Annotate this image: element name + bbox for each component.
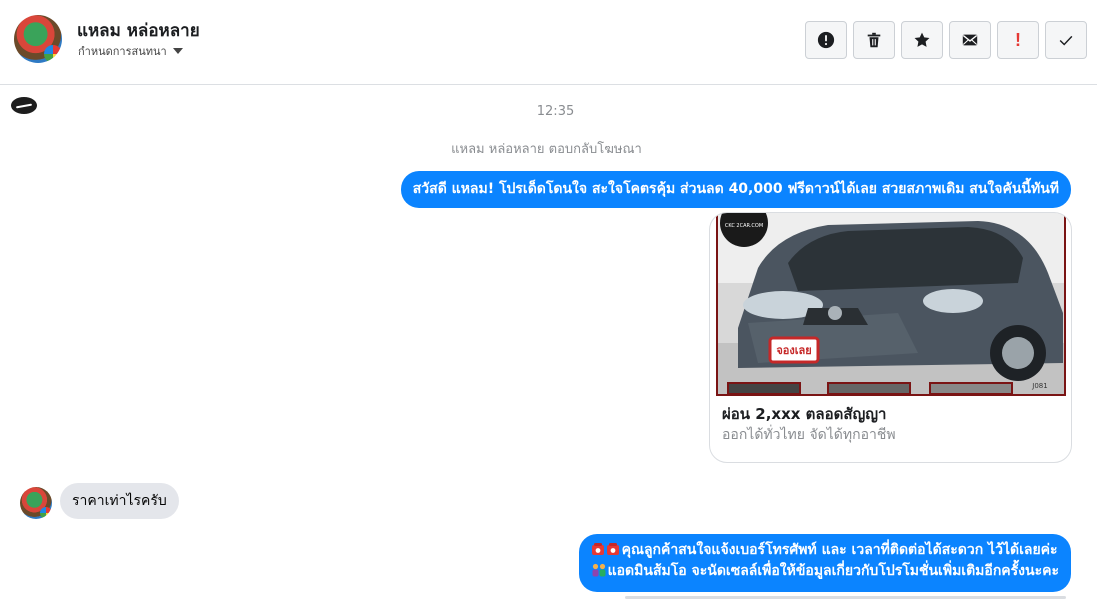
checkmark-icon [1059, 35, 1073, 46]
phone-icon [591, 543, 619, 555]
ad-reply-note: แหลม หล่อหลาย ตอบกลับโฆษณา [451, 142, 642, 157]
assign-conversation-dropdown[interactable]: กำหนดการสนทนา [78, 42, 183, 60]
mark-unread-button[interactable] [949, 21, 991, 59]
outgoing-reply-bubble: คุณลูกค้าสนใจแจ้งเบอร์โทรศัพท์ และ เวลาท… [578, 534, 1071, 592]
reply-line-2: แอดมินส้มโอ จะนัดเซลล์เพื่อให้ข้อมูลเกี่… [607, 563, 1059, 579]
ad-card-subtitle: ออกได้ทั่วไทย จัดได้ทุกอาชีพ [722, 427, 896, 443]
conversation-header: แหลม หล่อหลาย กำหนดการสนทนา ! [0, 0, 1097, 85]
car-illustration: จองเลย CKC 2CAR.COM J081 [718, 213, 1064, 395]
incoming-message-bubble: ราคาเท่าไรครับ [60, 483, 179, 519]
image-watermark-text: CKC 2CAR.COM [725, 223, 763, 229]
ad-card[interactable]: จองเลย CKC 2CAR.COM J081 ผ่อน 2,xxx ตลอด… [709, 212, 1072, 463]
image-code-text: J081 [1031, 382, 1047, 390]
exclamation-icon: ! [1015, 29, 1021, 50]
delete-button[interactable] [853, 21, 895, 59]
ad-card-title: ผ่อน 2,xxx ตลอดสัญญา [722, 405, 887, 423]
people-icon [592, 563, 606, 577]
customer-avatar[interactable] [20, 487, 52, 519]
car-image: จองเลย CKC 2CAR.COM J081 [716, 213, 1066, 396]
alert-button[interactable] [805, 21, 847, 59]
contact-name[interactable]: แหลม หล่อหลาย [77, 17, 200, 44]
image-stamp-text: จองเลย [776, 344, 811, 357]
message-timestamp: 12:35 [536, 104, 575, 119]
done-button[interactable] [1045, 21, 1087, 59]
spam-button[interactable]: ! [997, 21, 1039, 59]
exclamation-circle-icon [817, 31, 835, 49]
caret-down-icon [172, 48, 183, 54]
envelope-icon [962, 34, 978, 46]
reply-line-1: คุณลูกค้าสนใจแจ้งเบอร์โทรศัพท์ และ เวลาท… [621, 542, 1058, 558]
star-icon [914, 32, 930, 47]
trash-icon [867, 32, 881, 48]
star-button[interactable] [901, 21, 943, 59]
contact-avatar[interactable] [14, 15, 62, 63]
assign-label: กำหนดการสนทนา [78, 45, 167, 58]
outgoing-message-bubble: สวัสดี แหลม! โปรเด็ดโดนใจ สะใจโคตรคุ้ม ส… [400, 171, 1071, 208]
conversation-actions: ! [805, 21, 1087, 59]
